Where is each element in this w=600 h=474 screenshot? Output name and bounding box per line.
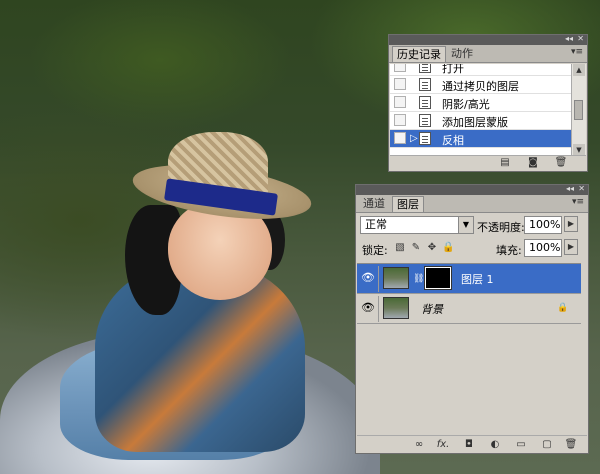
history-state-icon — [419, 78, 431, 91]
mask-link-chain-icon[interactable]: ⛓ — [413, 274, 424, 284]
history-state-icon — [419, 96, 431, 109]
history-source-checkbox[interactable] — [394, 132, 406, 144]
history-state-icon — [419, 114, 431, 127]
link-layers-icon[interactable]: ∞ — [411, 439, 427, 450]
history-item[interactable]: 打开 — [390, 64, 572, 76]
history-state-icon — [419, 132, 431, 145]
collapse-arrows-icon[interactable]: ◂◂ — [566, 184, 574, 193]
history-item[interactable]: 阴影/高光 — [390, 94, 572, 112]
fill-input[interactable]: 100% — [524, 239, 562, 257]
lock-move-icon[interactable]: ✥ — [426, 242, 438, 254]
lock-label: 锁定: — [362, 244, 388, 257]
fill-slider-arrow-icon[interactable]: ▶ — [564, 239, 578, 255]
history-item[interactable]: 通过拷贝的图层 — [390, 76, 572, 94]
layers-list: 👁 ⛓ 图层 1 👁 背景 🔒 — [357, 263, 581, 426]
new-document-from-state-icon[interactable]: ▤ — [498, 158, 512, 168]
lock-transparency-icon[interactable]: ▧ — [394, 242, 406, 254]
scroll-up-icon[interactable]: ▲ — [573, 64, 585, 76]
layers-footer: ∞ fx. ◘ ◐ ▭ ▢ 🗑 — [357, 435, 587, 452]
blend-mode-select[interactable]: 正常 ▼ — [360, 216, 474, 234]
opacity-input[interactable]: 100% — [524, 216, 562, 234]
history-scrollbar[interactable]: ▲ ▼ — [571, 64, 586, 156]
layer-name[interactable]: 背景 — [421, 301, 443, 317]
history-panel-titlebar[interactable]: ◂◂ ✕ — [389, 34, 587, 45]
history-item[interactable]: 添加图层蒙版 — [390, 112, 572, 130]
trash-icon[interactable]: 🗑 — [554, 158, 568, 168]
eye-visibility-icon[interactable]: 👁 — [361, 272, 375, 284]
history-footer: ▤ ◙ 🗑 — [390, 155, 586, 170]
history-current-state-marker-icon: ▷ — [410, 133, 418, 144]
history-source-checkbox[interactable] — [394, 64, 406, 72]
history-source-checkbox[interactable] — [394, 78, 406, 90]
layers-scrollbar[interactable] — [581, 263, 587, 425]
layer-name[interactable]: 图层 1 — [461, 271, 494, 287]
history-item-label: 打开 — [442, 64, 464, 75]
blend-mode-value: 正常 — [365, 218, 387, 231]
layer-mask-thumbnail[interactable] — [424, 266, 452, 290]
fill-label: 填充: — [496, 244, 522, 257]
layer-thumbnail[interactable] — [383, 267, 409, 289]
panel-menu-icon[interactable]: ▾≡ — [572, 197, 584, 207]
adjustment-layer-icon[interactable]: ◐ — [487, 439, 503, 450]
add-mask-icon[interactable]: ◘ — [461, 439, 477, 450]
scrollbar-thumb[interactable] — [574, 100, 583, 120]
opacity-slider-arrow-icon[interactable]: ▶ — [564, 216, 578, 232]
fx-icon[interactable]: fx. — [435, 439, 451, 450]
history-item-label: 阴影/高光 — [442, 98, 490, 111]
layer-lock-icon: 🔒 — [557, 303, 569, 313]
layers-tabs: 通道 图层 ▾≡ — [356, 195, 588, 213]
close-icon[interactable]: ✕ — [577, 34, 584, 43]
tab-channels[interactable]: 通道 — [359, 196, 389, 212]
divider — [378, 296, 379, 322]
history-item-selected[interactable]: ▷ 反相 — [390, 130, 572, 148]
tab-layers[interactable]: 图层 — [392, 196, 424, 212]
lock-paint-icon[interactable]: ✎ — [410, 242, 422, 254]
lock-all-icon[interactable]: 🔒 — [442, 242, 454, 254]
blend-opacity-row: 正常 ▼ 不透明度: 100% ▶ — [356, 214, 588, 238]
delete-layer-icon[interactable]: 🗑 — [563, 439, 579, 450]
history-tabs: 历史记录 动作 ▾≡ — [389, 45, 587, 63]
layer-row-background[interactable]: 👁 背景 🔒 — [357, 294, 581, 324]
lock-fill-row: 锁定: ▧ ✎ ✥ 🔒 填充: 100% ▶ — [356, 237, 588, 261]
divider — [378, 266, 379, 292]
history-item-label: 反相 — [442, 134, 464, 147]
collapse-arrows-icon[interactable]: ◂◂ — [565, 34, 573, 43]
layers-panel: ◂◂ ✕ 通道 图层 ▾≡ 正常 ▼ 不透明度: 100% ▶ 锁定: ▧ ✎ … — [355, 184, 589, 454]
layers-panel-titlebar[interactable]: ◂◂ ✕ — [356, 184, 588, 195]
history-panel: ◂◂ ✕ 历史记录 动作 ▾≡ 打开 通过拷贝的图层 阴影/高光 添加图层蒙版 — [388, 34, 588, 172]
history-list: 打开 通过拷贝的图层 阴影/高光 添加图层蒙版 ▷ 反相 — [390, 64, 572, 156]
opacity-label: 不透明度: — [477, 221, 525, 234]
layer-row-layer1[interactable]: 👁 ⛓ 图层 1 — [357, 264, 581, 294]
opacity-value: 100% — [529, 218, 561, 231]
chevron-down-icon[interactable]: ▼ — [458, 217, 473, 233]
fill-value: 100% — [529, 241, 561, 254]
history-state-icon — [419, 64, 431, 73]
snapshot-camera-icon[interactable]: ◙ — [526, 158, 540, 168]
new-layer-icon[interactable]: ▢ — [539, 439, 555, 450]
layer-thumbnail[interactable] — [383, 297, 409, 319]
close-icon[interactable]: ✕ — [578, 184, 585, 193]
tab-history[interactable]: 历史记录 — [392, 46, 446, 62]
history-item-label: 添加图层蒙版 — [442, 116, 508, 129]
history-source-checkbox[interactable] — [394, 114, 406, 126]
history-source-checkbox[interactable] — [394, 96, 406, 108]
eye-visibility-icon[interactable]: 👁 — [361, 302, 375, 314]
panel-menu-icon[interactable]: ▾≡ — [571, 47, 583, 57]
new-group-icon[interactable]: ▭ — [513, 439, 529, 450]
history-item-label: 通过拷贝的图层 — [442, 80, 519, 93]
tab-actions[interactable]: 动作 — [447, 46, 477, 62]
